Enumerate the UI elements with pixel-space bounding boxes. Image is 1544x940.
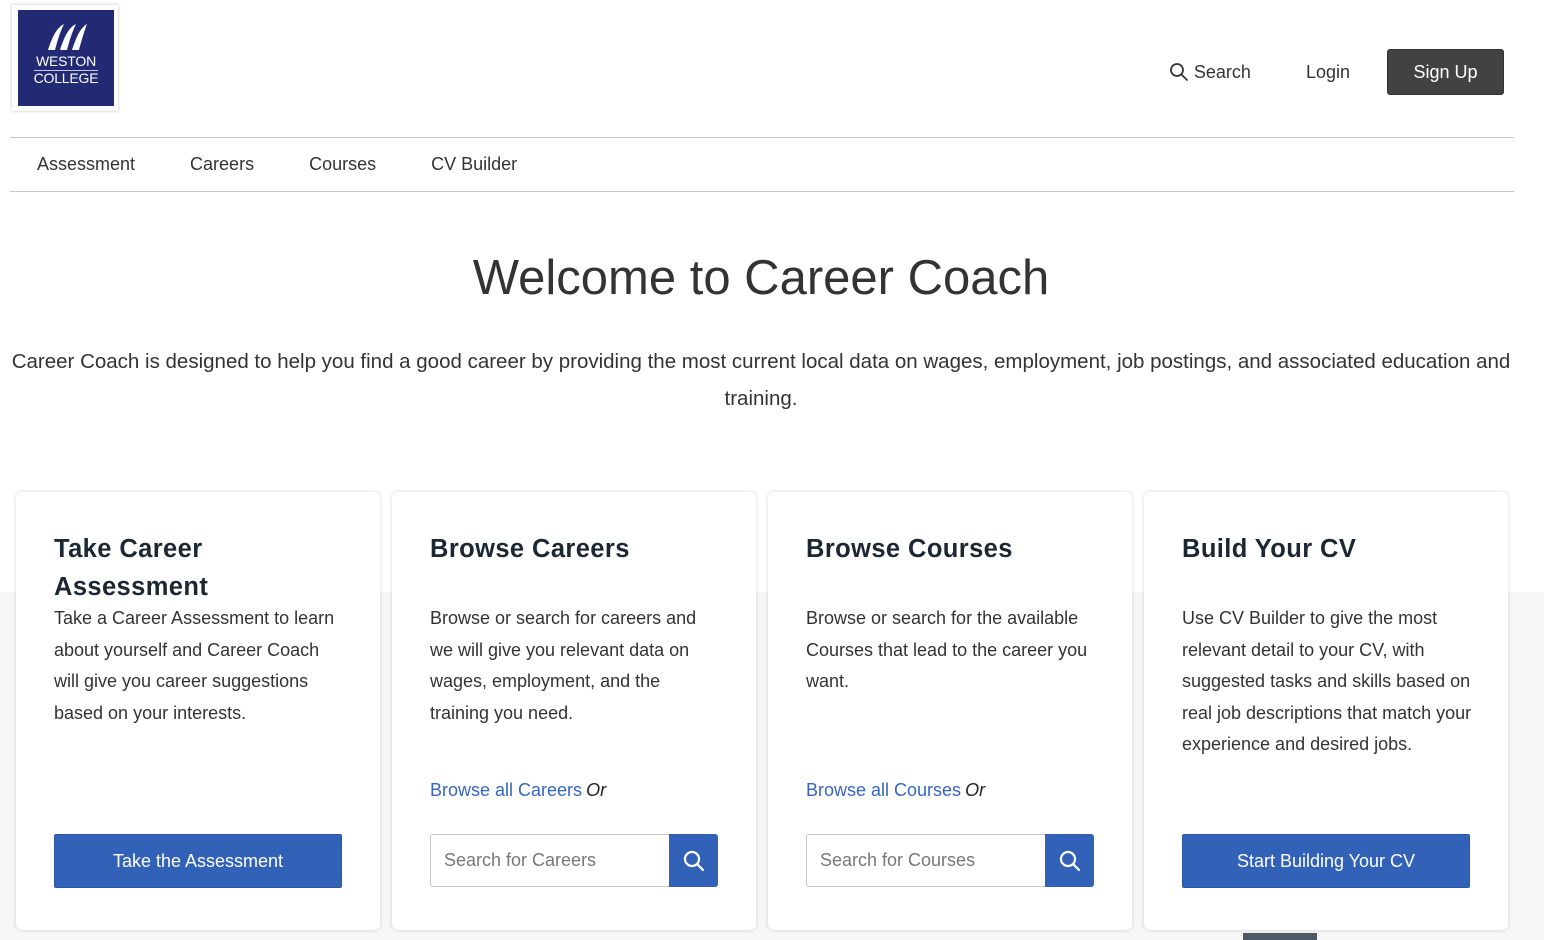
start-building-cv-button[interactable]: Start Building Your CV [1182,834,1470,888]
feature-cards: Take Career Assessment Take a Career Ass… [16,492,1508,930]
weston-college-logo[interactable]: WESTON COLLEGE [12,5,118,111]
take-assessment-button[interactable]: Take the Assessment [54,834,342,888]
courses-search-input[interactable] [806,834,1045,887]
nav-item-careers[interactable]: Careers [190,154,254,175]
header-actions: Search Login Sign Up [1169,49,1504,95]
browse-all-courses-link[interactable]: Browse all Courses [806,780,961,800]
page-title: Welcome to Career Coach [472,251,1050,305]
nav-item-assessment[interactable]: Assessment [37,154,135,175]
browse-link-row: Browse all Careers Or [430,780,606,801]
courses-search-button[interactable] [1045,834,1094,887]
nav-item-cv-builder[interactable]: CV Builder [431,154,517,175]
nav-item-courses[interactable]: Courses [309,154,376,175]
card-description: Browse or search for the available Cours… [806,608,1088,691]
browse-all-careers-link[interactable]: Browse all Careers [430,780,582,800]
or-label: Or [965,780,986,800]
search-label: Search [1193,61,1251,82]
card-description: Browse or search for careers and we will… [430,608,697,723]
header-search-link[interactable]: Search [1169,62,1251,83]
logo-line-2: COLLEGE [33,70,99,86]
card-title: Take Career Assessment [54,535,209,601]
logo-text: WESTON COLLEGE [33,54,99,86]
intro-text: Career Coach is designed to help you fin… [11,350,1511,410]
card-browse-courses: Browse Courses Browse or search for the … [768,492,1132,930]
logo-line-1: WESTON [33,54,99,71]
or-label: Or [586,780,607,800]
logo-badge: WESTON COLLEGE [18,10,114,106]
careers-search-button[interactable] [669,834,718,887]
scroll-to-top-tab[interactable] [1243,933,1317,940]
browse-link-row: Browse all Courses Or [806,780,985,801]
signup-button[interactable]: Sign Up [1387,49,1504,95]
main-nav: Assessment Careers Courses CV Builder [10,137,1514,192]
login-link[interactable]: Login [1306,62,1350,83]
card-title: Browse Courses [806,535,1013,563]
search-icon [1059,850,1080,871]
card-build-cv: Build Your CV Use CV Builder to give the… [1144,492,1508,930]
card-description: Take a Career Assessment to learn about … [54,608,335,723]
card-title: Build Your CV [1182,535,1357,563]
card-browse-careers: Browse Careers Browse or search for care… [392,492,756,930]
card-career-assessment: Take Career Assessment Take a Career Ass… [16,492,380,930]
search-icon [1170,63,1188,81]
weston-wave-icon [48,24,87,50]
search-icon [683,850,704,871]
careers-search-group [430,834,718,887]
careers-search-input[interactable] [430,834,669,887]
courses-search-group [806,834,1094,887]
card-description: Use CV Builder to give the most relevant… [1182,608,1472,754]
card-title: Browse Careers [430,535,630,563]
